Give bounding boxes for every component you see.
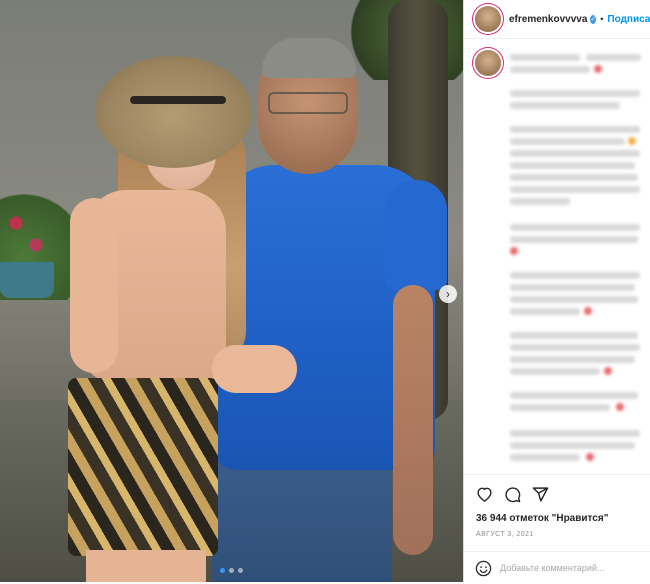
blurred-text (510, 356, 635, 363)
man-glasses (268, 92, 348, 114)
blurred-text (510, 296, 638, 303)
blurred-text (510, 236, 638, 243)
blurred-text (510, 90, 640, 97)
woman-legs (86, 550, 206, 582)
action-icons (475, 485, 549, 503)
blurred-text (510, 430, 640, 437)
woman-arm (70, 198, 118, 373)
blurred-text (510, 404, 610, 411)
chevron-right-icon[interactable]: › (439, 285, 457, 303)
heart-emoji-icon (604, 367, 612, 375)
blurred-text (510, 138, 625, 145)
follow-button[interactable]: Подписаться (607, 14, 650, 25)
avatar[interactable] (475, 50, 501, 76)
likes-count[interactable]: 36 944 отметок "Нравится" (476, 513, 608, 524)
carousel-dots (0, 568, 463, 573)
carousel-dot (220, 568, 225, 573)
heart-emoji-icon (510, 247, 518, 255)
blurred-text (510, 368, 600, 375)
blurred-text (510, 126, 640, 133)
blurred-text (510, 186, 640, 193)
avatar[interactable] (475, 6, 501, 32)
man-arm (393, 285, 433, 555)
post-actions: 36 944 отметок "Нравится" АВГУСТ 3, 2021 (464, 474, 650, 583)
comment-icon[interactable] (503, 485, 521, 503)
caption-author (475, 50, 501, 76)
blurred-text (510, 66, 590, 73)
emoji-smile-icon[interactable] (474, 559, 492, 577)
blurred-text (510, 224, 640, 231)
blurred-text (510, 454, 580, 461)
blurred-text (510, 308, 580, 315)
blurred-text (510, 442, 635, 449)
hat-band (130, 96, 226, 104)
blurred-text (586, 54, 641, 61)
heart-icon[interactable] (475, 485, 493, 503)
post-sidebar: efremenkovvvva ✓ • Подписаться (463, 0, 650, 582)
heart-emoji-icon (594, 65, 602, 73)
separator-dot: • (600, 14, 604, 24)
carousel-dot (238, 568, 243, 573)
blurred-text (510, 150, 640, 157)
blurred-text (510, 174, 638, 181)
woman-hand (212, 345, 297, 393)
post-photo[interactable]: › (0, 0, 463, 582)
blurred-text (510, 392, 638, 399)
comment-bar (464, 551, 650, 584)
comment-input[interactable] (500, 563, 650, 573)
instagram-post: › efremenkovvvva ✓ • Подписаться (0, 0, 650, 582)
share-icon[interactable] (531, 485, 549, 503)
post-header: efremenkovvvva ✓ • Подписаться (464, 0, 650, 39)
woman-hat (95, 56, 252, 168)
emoji-icon (628, 137, 636, 145)
woman-dress (68, 378, 218, 556)
blurred-text (510, 102, 620, 109)
blurred-text (510, 272, 640, 279)
verified-badge-icon: ✓ (590, 14, 597, 24)
carousel-dot (229, 568, 234, 573)
blurred-text (510, 54, 580, 61)
blurred-text (510, 284, 635, 291)
blurred-text (510, 162, 635, 169)
caption-area[interactable] (464, 40, 650, 472)
man-hair (262, 38, 356, 78)
blurred-text (510, 344, 640, 351)
post-date[interactable]: АВГУСТ 3, 2021 (476, 531, 534, 538)
flower-pot (0, 262, 54, 298)
man-sleeve (385, 180, 447, 290)
heart-emoji-icon (584, 307, 592, 315)
heart-emoji-icon (616, 403, 624, 411)
heart-emoji-icon (586, 453, 594, 461)
blurred-text (510, 332, 638, 339)
blurred-text (510, 198, 570, 205)
username[interactable]: efremenkovvvva (509, 14, 587, 25)
